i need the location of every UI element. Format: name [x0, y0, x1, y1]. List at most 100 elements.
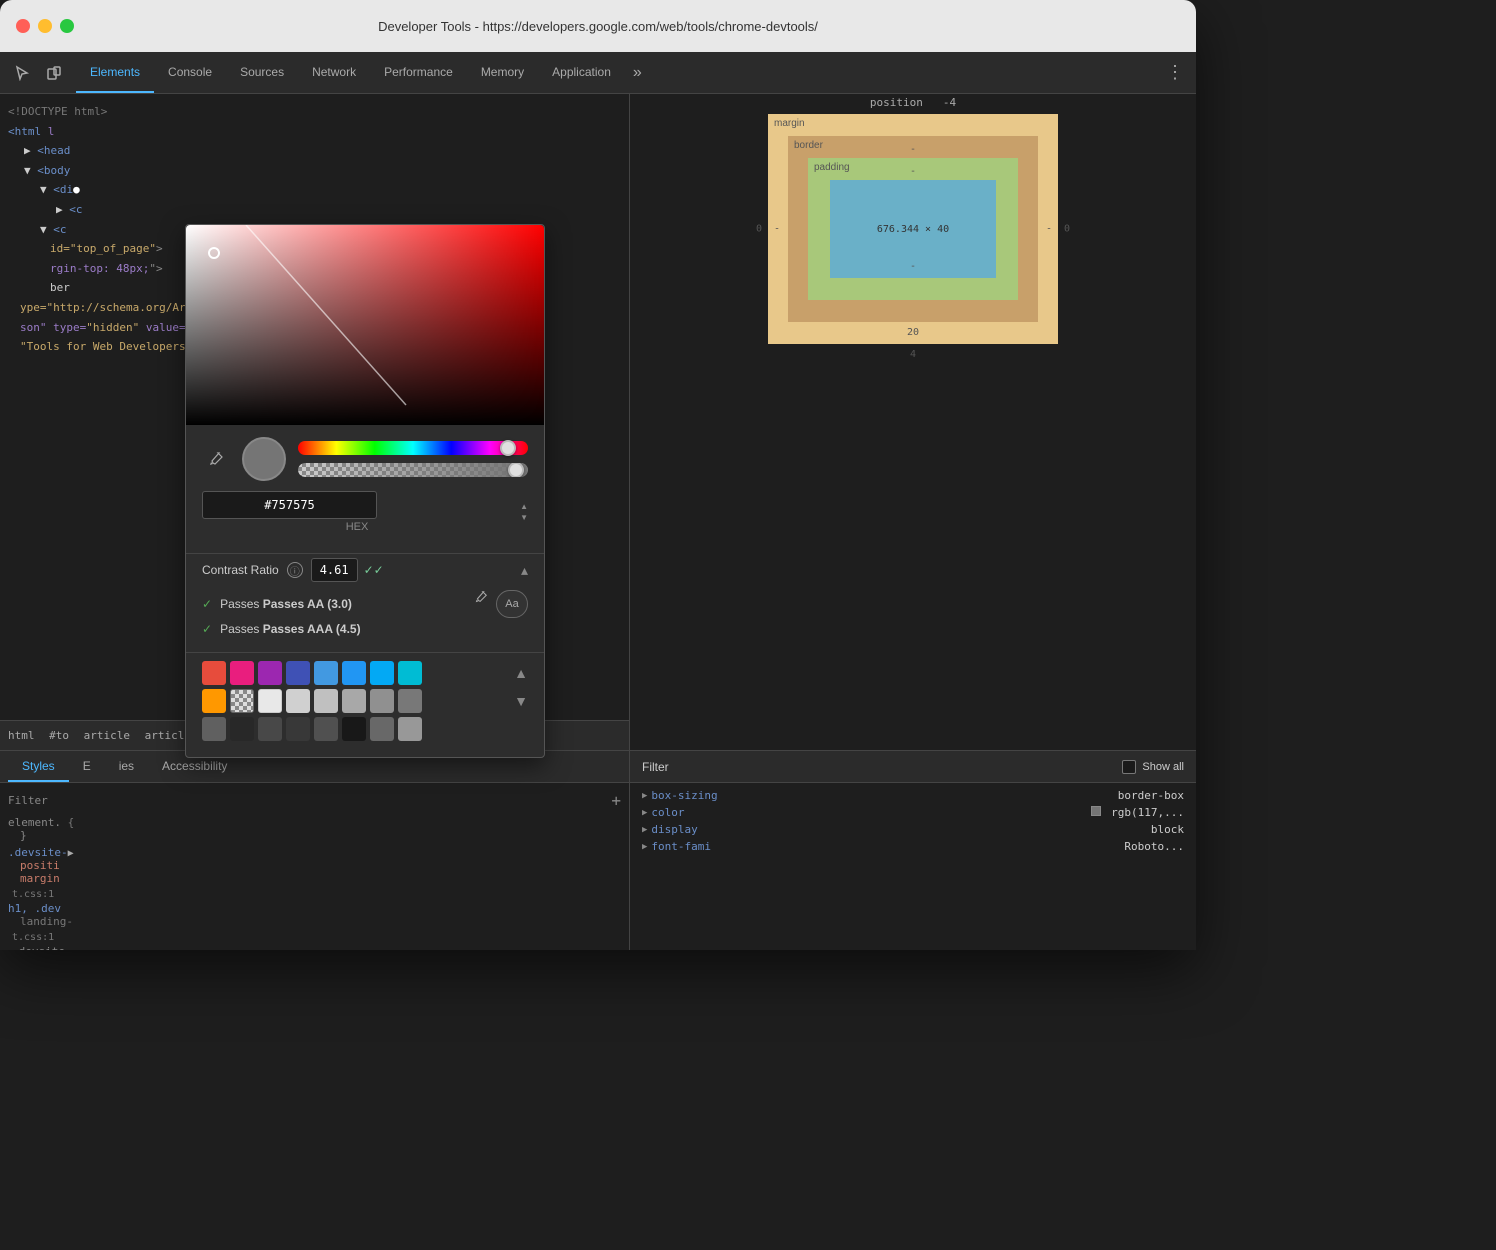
color-picker[interactable]: HEX ▲ ▼ Contrast Ratio ⓘ 4.61 ✓✓	[185, 224, 545, 758]
color-swatch[interactable]	[230, 661, 254, 685]
alpha-fill	[298, 463, 528, 477]
breadcrumb-item[interactable]: article	[84, 729, 130, 742]
tab-performance[interactable]: Performance	[370, 52, 467, 93]
prop-name: font-fami	[651, 840, 711, 853]
color-swatch[interactable]	[342, 661, 366, 685]
contrast-eyedropper[interactable]	[474, 590, 488, 618]
style-rule: .devsite-▶ positi margin	[8, 846, 621, 885]
color-swatch[interactable]	[342, 717, 366, 741]
minimize-button[interactable]	[38, 19, 52, 33]
color-swatch[interactable]	[286, 689, 310, 713]
tab-network[interactable]: Network	[298, 52, 370, 93]
color-gradient[interactable]	[186, 225, 544, 425]
contrast-expand-button[interactable]: ▴	[521, 562, 528, 579]
tab-styles[interactable]: Styles	[8, 751, 69, 782]
color-swatch[interactable]	[202, 661, 226, 685]
rule-source: t.css:1	[8, 932, 621, 943]
hex-down-arrow[interactable]: ▼	[520, 513, 528, 522]
styles-filter-bar: Filter +	[8, 791, 621, 810]
tab-console[interactable]: Console	[154, 52, 226, 93]
computed-row[interactable]: ▶ color rgb(117,...	[642, 804, 1184, 821]
show-all-checkbox[interactable]	[1122, 760, 1136, 774]
color-swatch[interactable]	[398, 661, 422, 685]
color-swatch[interactable]	[258, 661, 282, 685]
close-button[interactable]	[16, 19, 30, 33]
contrast-info-icon[interactable]: ⓘ	[287, 562, 303, 578]
color-swatch[interactable]	[286, 717, 310, 741]
color-swatch[interactable]	[258, 717, 282, 741]
color-cursor[interactable]	[208, 247, 220, 259]
margin-label: margin	[774, 118, 805, 129]
color-swatch[interactable]	[370, 661, 394, 685]
breadcrumb-item[interactable]: html	[8, 729, 35, 742]
more-tabs-button[interactable]: »	[625, 52, 650, 93]
rule-body: }	[8, 829, 621, 842]
expand-icon: ▶	[642, 842, 647, 852]
alpha-thumb[interactable]	[508, 463, 524, 477]
contrast-checkmarks: ✓✓	[364, 563, 384, 577]
color-swatch-transparent[interactable]	[230, 689, 254, 713]
outer-bottom: 4	[910, 349, 916, 360]
color-swatch[interactable]	[370, 689, 394, 713]
devtools-menu-button[interactable]: ⋮	[1154, 52, 1196, 93]
prop-name: box-sizing	[651, 789, 717, 802]
color-swatch[interactable]	[314, 689, 338, 713]
dom-line: ▼ <body	[0, 161, 629, 181]
palette-row-2: ▼	[202, 689, 528, 713]
device-toolbar-icon[interactable]	[40, 59, 68, 87]
hex-up-arrow[interactable]: ▲	[520, 502, 528, 511]
border-label: border	[794, 140, 823, 151]
color-swatch[interactable]	[398, 689, 422, 713]
rule-origin: landing-	[8, 915, 621, 928]
box-model-area: position -4 margin - - 20 - border	[630, 94, 1196, 750]
select-element-icon[interactable]	[8, 59, 36, 87]
tab-dom-breakpoints[interactable]: ies	[105, 751, 148, 782]
hue-slider[interactable]	[298, 441, 528, 455]
eyedropper-button[interactable]	[202, 445, 230, 473]
computed-row[interactable]: ▶ display block	[642, 821, 1184, 838]
color-controls: HEX ▲ ▼	[186, 425, 544, 553]
color-swatch[interactable]	[286, 661, 310, 685]
palette-scroll-up[interactable]: ▲	[514, 665, 528, 681]
maximize-button[interactable]	[60, 19, 74, 33]
palette-row-1: ▲	[202, 661, 528, 685]
color-swatch[interactable]	[314, 661, 338, 685]
hex-input[interactable]	[202, 491, 377, 519]
passes-aa-row: ✓ Passes Passes AA (3.0) Aa	[202, 590, 528, 618]
aa-preview-button[interactable]: Aa	[496, 590, 528, 618]
box-model: position -4 margin - - 20 - border	[768, 114, 1058, 344]
tab-event-listeners[interactable]: E	[69, 751, 105, 782]
hue-thumb[interactable]	[500, 440, 516, 456]
color-swatch[interactable]	[314, 717, 338, 741]
breadcrumb-item[interactable]: #to	[49, 729, 69, 742]
computed-row[interactable]: ▶ box-sizing border-box	[642, 787, 1184, 804]
palette-scroll-down[interactable]: ▼	[514, 693, 528, 709]
add-style-rule-button[interactable]: +	[611, 791, 621, 810]
aaa-check-icon: ✓	[202, 622, 212, 636]
titlebar: Developer Tools - https://developers.goo…	[0, 0, 1196, 52]
tab-application[interactable]: Application	[538, 52, 625, 93]
color-swatch[interactable]	[258, 689, 282, 713]
styles-content-area: Filter + element. { } .devsite-▶ positi …	[0, 783, 629, 950]
filter-label: Filter	[642, 760, 669, 774]
color-swatch[interactable]	[230, 717, 254, 741]
prop-value: Roboto...	[1124, 840, 1184, 853]
tab-sources[interactable]: Sources	[226, 52, 298, 93]
main-content: <!DOCTYPE html> <html l ▶ <head ▼ <body …	[0, 94, 1196, 950]
position-labels: position -4	[870, 96, 956, 109]
color-swatch[interactable]	[398, 717, 422, 741]
rule-selector: h1, .dev	[8, 902, 621, 915]
computed-styles-panel: Filter Show all ▶ box-sizing border-box …	[630, 750, 1196, 950]
color-swatch[interactable]	[202, 689, 226, 713]
computed-row[interactable]: ▶ font-fami Roboto...	[642, 838, 1184, 855]
tab-elements[interactable]: Elements	[76, 52, 154, 93]
color-swatch[interactable]	[202, 717, 226, 741]
border-top-value: -	[910, 144, 916, 155]
hex-row: HEX ▲ ▼	[202, 491, 528, 533]
outer-left: 0	[756, 224, 762, 235]
color-swatch[interactable]	[370, 717, 394, 741]
prop-name: display	[651, 823, 697, 836]
color-swatch[interactable]	[342, 689, 366, 713]
contrast-value-box: 4.61 ✓✓	[311, 558, 384, 582]
tab-memory[interactable]: Memory	[467, 52, 538, 93]
